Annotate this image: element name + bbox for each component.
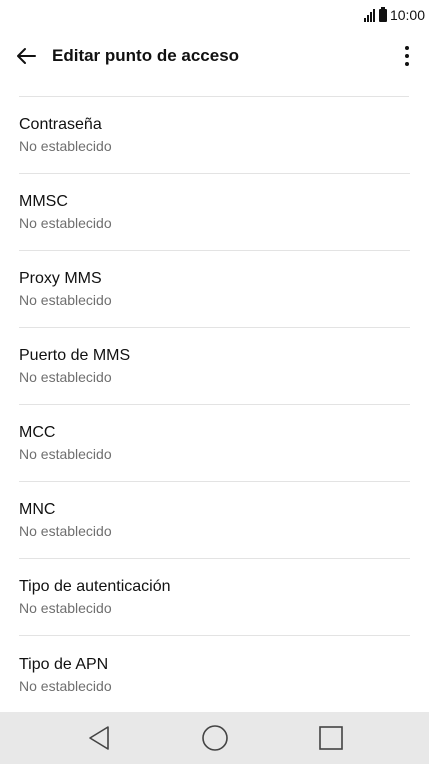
circle-home-icon	[201, 725, 228, 751]
nav-recents-button[interactable]	[311, 718, 351, 758]
list-item-mmsc[interactable]: MMSC No establecido	[19, 174, 410, 251]
item-label: Contraseña	[19, 116, 102, 133]
back-button[interactable]	[6, 36, 46, 76]
more-options-button[interactable]	[389, 36, 425, 76]
item-label: Puerto de MMS	[19, 347, 131, 364]
arrow-back-icon	[17, 48, 36, 64]
item-label: Tipo de APN	[19, 655, 109, 673]
more-vert-icon	[405, 46, 409, 66]
triangle-back-icon	[88, 726, 109, 750]
item-value: No establecido	[19, 215, 112, 231]
item-label: MMSC	[19, 193, 68, 210]
item-value: No establecido	[19, 677, 112, 694]
item-value: No establecido	[19, 446, 112, 462]
item-value: No establecido	[19, 138, 112, 154]
nav-home-button[interactable]	[195, 718, 235, 758]
navigation-bar	[0, 712, 429, 764]
item-value: No establecido	[19, 600, 112, 616]
list-item-password[interactable]: Contraseña No establecido	[19, 97, 410, 174]
square-recents-icon	[318, 726, 343, 750]
item-label: MCC	[19, 424, 56, 441]
item-value: No establecido	[19, 292, 112, 308]
nav-back-button[interactable]	[79, 718, 119, 758]
signal-icon	[363, 8, 375, 22]
battery-icon	[378, 6, 387, 22]
list-item-mcc[interactable]: MCC No establecido	[19, 405, 410, 482]
list-item-auth-type[interactable]: Tipo de autenticación No establecido	[19, 559, 410, 636]
app-bar: Editar punto de acceso	[0, 30, 429, 82]
item-label: Tipo de autenticación	[19, 578, 171, 595]
page-title: Editar punto de acceso	[52, 46, 240, 65]
status-bar: 10:00	[0, 0, 429, 30]
item-label: MNC	[19, 501, 56, 518]
list-item-apn-type[interactable]: Tipo de APN No establecido	[19, 636, 410, 713]
list-item-proxy-mms[interactable]: Proxy MMS No establecido	[19, 251, 410, 328]
item-label: Proxy MMS	[19, 270, 102, 287]
list-item-mms-port[interactable]: Puerto de MMS No establecido	[19, 328, 410, 405]
list-item-mnc[interactable]: MNC No establecido	[19, 482, 410, 559]
item-value: No establecido	[19, 523, 112, 539]
status-time: 10:00	[389, 7, 425, 23]
settings-list: Contraseña No establecido MMSC No establ…	[0, 97, 429, 713]
item-value: No establecido	[19, 369, 112, 385]
